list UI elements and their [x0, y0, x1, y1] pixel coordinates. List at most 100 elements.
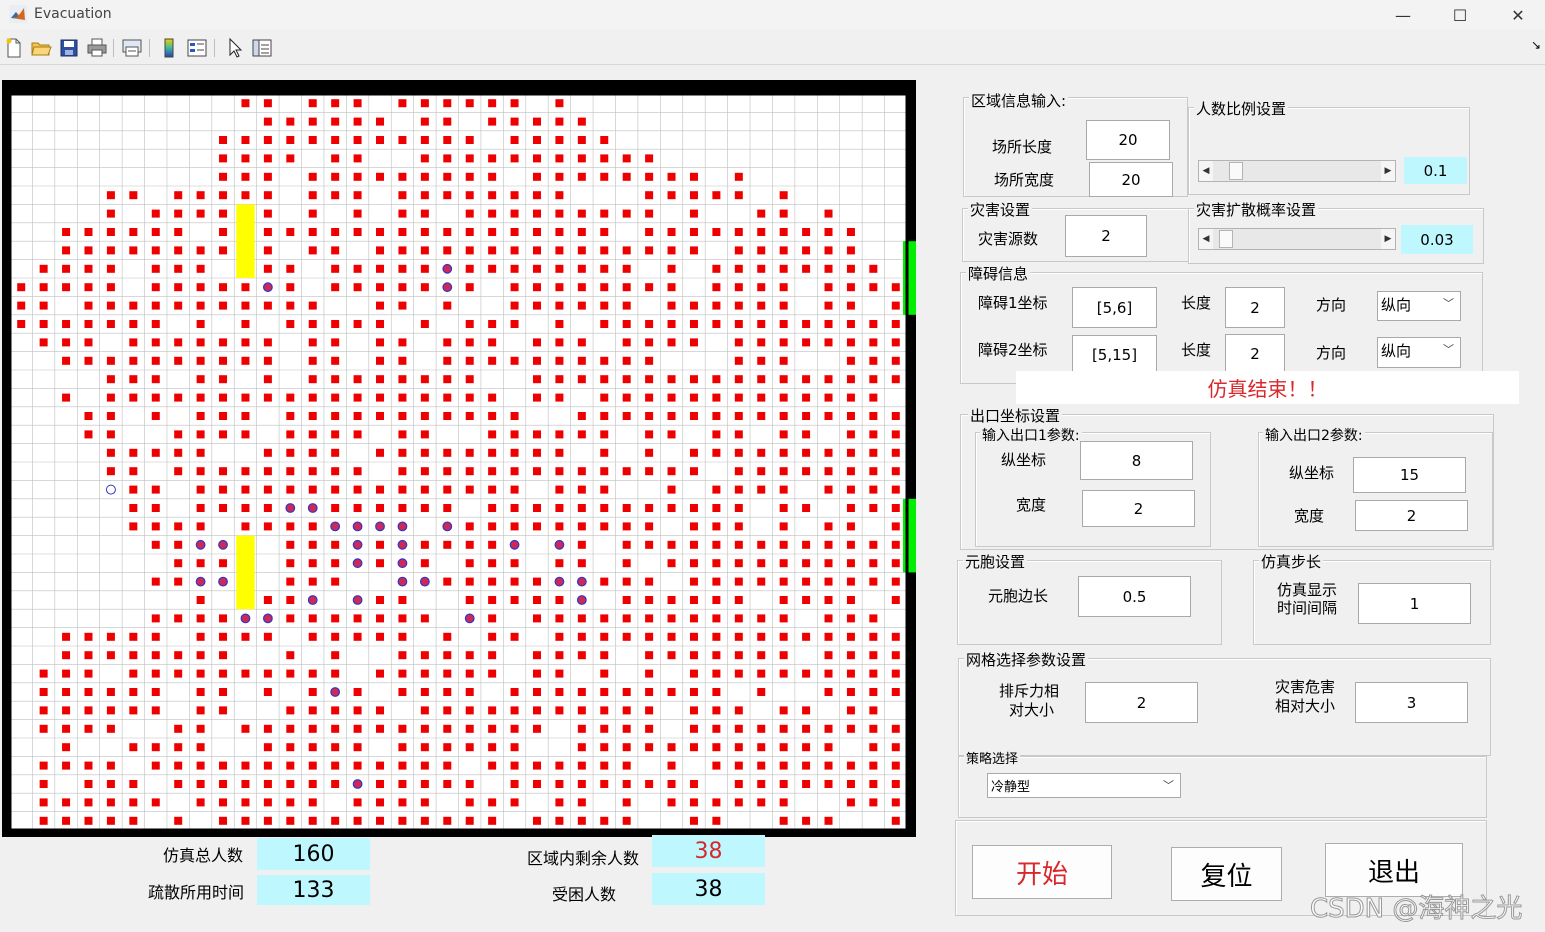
- repulsion-input[interactable]: 2: [1085, 682, 1198, 723]
- start-button[interactable]: 开始: [972, 845, 1112, 899]
- person-marker: [129, 669, 138, 678]
- reset-button[interactable]: 复位: [1171, 847, 1282, 901]
- person-marker: [846, 228, 855, 236]
- exit2-width-input[interactable]: 2: [1355, 500, 1468, 531]
- person-marker: [869, 412, 878, 420]
- print-figure-icon[interactable]: [121, 37, 143, 59]
- exit2-y-input[interactable]: 15: [1353, 457, 1466, 493]
- person-marker: [779, 448, 788, 457]
- person-marker: [420, 191, 429, 200]
- person-marker: [824, 228, 833, 236]
- obstacle2-direction-label: 方向: [1316, 344, 1347, 362]
- person-marker: [219, 761, 228, 770]
- person-marker: [510, 724, 519, 733]
- person-marker: [443, 540, 452, 549]
- person-marker: [600, 393, 609, 402]
- person-marker: [846, 724, 855, 733]
- person-marker: [308, 688, 317, 696]
- person-marker: [689, 632, 698, 641]
- person-marker: [17, 283, 26, 292]
- obstacle1-direction-select[interactable]: 纵向 ﹀: [1377, 291, 1461, 321]
- person-marker: [465, 816, 474, 825]
- obstacle1-length-input[interactable]: 2: [1225, 287, 1285, 328]
- person-marker: [891, 577, 900, 586]
- hazard-input[interactable]: 3: [1355, 682, 1468, 723]
- person-marker: [734, 522, 743, 531]
- person-marker: [600, 448, 609, 457]
- person-marker: [689, 816, 698, 825]
- pointer-icon[interactable]: [224, 37, 246, 59]
- slider-left-arrow-icon[interactable]: ◀: [1199, 229, 1213, 249]
- person-marker: [219, 283, 228, 292]
- display-interval-input[interactable]: 1: [1358, 583, 1471, 624]
- obstacle1-coord-input[interactable]: [5,6]: [1072, 287, 1157, 328]
- person-marker: [622, 614, 631, 623]
- person-marker: [263, 136, 272, 144]
- person-marker: [510, 577, 519, 586]
- close-button[interactable]: ✕: [1495, 0, 1541, 30]
- person-marker: [331, 559, 340, 568]
- obstacle2-direction-select[interactable]: 纵向 ﹀: [1377, 337, 1461, 368]
- colorbar-icon[interactable]: [158, 37, 180, 59]
- person-marker: [555, 798, 564, 807]
- person-marker: [488, 522, 497, 531]
- person-marker: [443, 246, 452, 255]
- open-folder-icon[interactable]: [30, 37, 52, 59]
- save-icon[interactable]: [58, 37, 80, 59]
- person-marker: [398, 724, 407, 733]
- new-file-icon[interactable]: [3, 37, 25, 59]
- person-marker: [712, 706, 721, 715]
- exit1-width-input[interactable]: 2: [1082, 490, 1195, 527]
- obstacle2-coord-input[interactable]: [5,15]: [1072, 335, 1157, 375]
- person-marker: [577, 614, 586, 623]
- person-marker: [600, 577, 609, 586]
- person-marker: [196, 651, 205, 660]
- person-marker: [219, 228, 228, 236]
- person-marker: [712, 632, 721, 641]
- cell-side-input[interactable]: 0.5: [1078, 576, 1191, 617]
- chevron-down-icon: ﹀: [1163, 779, 1174, 792]
- person-marker: [219, 651, 228, 660]
- print-icon[interactable]: [86, 37, 108, 59]
- venue-width-input[interactable]: 20: [1089, 162, 1173, 197]
- person-marker: [465, 356, 474, 365]
- person-marker: [667, 485, 676, 494]
- person-marker: [353, 209, 362, 218]
- exit1-y-input[interactable]: 8: [1080, 441, 1193, 480]
- agent-marker: [397, 558, 408, 569]
- slider-right-arrow-icon[interactable]: ▶: [1381, 161, 1395, 181]
- person-marker: [196, 669, 205, 678]
- legend-icon[interactable]: [186, 37, 208, 59]
- minimize-button[interactable]: —: [1380, 0, 1426, 30]
- disaster-sources-input[interactable]: 2: [1065, 215, 1147, 257]
- person-marker: [734, 375, 743, 384]
- person-marker: [891, 504, 900, 512]
- person-marker: [443, 761, 452, 770]
- person-marker: [286, 448, 295, 457]
- spread-probability-slider[interactable]: ◀ ▶: [1198, 228, 1396, 250]
- toolbar-overflow-icon[interactable]: ↘: [1531, 38, 1541, 52]
- maximize-button[interactable]: ☐: [1437, 0, 1483, 30]
- person-marker: [241, 522, 250, 531]
- person-marker: [151, 504, 160, 512]
- person-marker: [286, 283, 295, 292]
- person-marker: [600, 209, 609, 218]
- person-marker: [151, 688, 160, 696]
- slider-thumb[interactable]: [1219, 230, 1233, 248]
- slider-thumb[interactable]: [1229, 162, 1243, 180]
- agent-marker: [262, 613, 273, 624]
- strategy-select[interactable]: 冷静型 ﹀: [987, 773, 1181, 798]
- people-ratio-slider[interactable]: ◀ ▶: [1198, 160, 1396, 182]
- venue-length-input[interactable]: 20: [1086, 120, 1170, 160]
- slider-right-arrow-icon[interactable]: ▶: [1381, 229, 1395, 249]
- person-marker: [645, 375, 654, 384]
- person-marker: [241, 356, 250, 365]
- person-marker: [667, 632, 676, 641]
- person-marker: [734, 559, 743, 568]
- person-marker: [331, 724, 340, 733]
- exit-settings-title: 出口坐标设置: [968, 405, 1063, 426]
- person-marker: [712, 283, 721, 292]
- property-inspector-icon[interactable]: [251, 37, 273, 59]
- obstacle2-length-input[interactable]: 2: [1225, 334, 1285, 374]
- slider-left-arrow-icon[interactable]: ◀: [1199, 161, 1213, 181]
